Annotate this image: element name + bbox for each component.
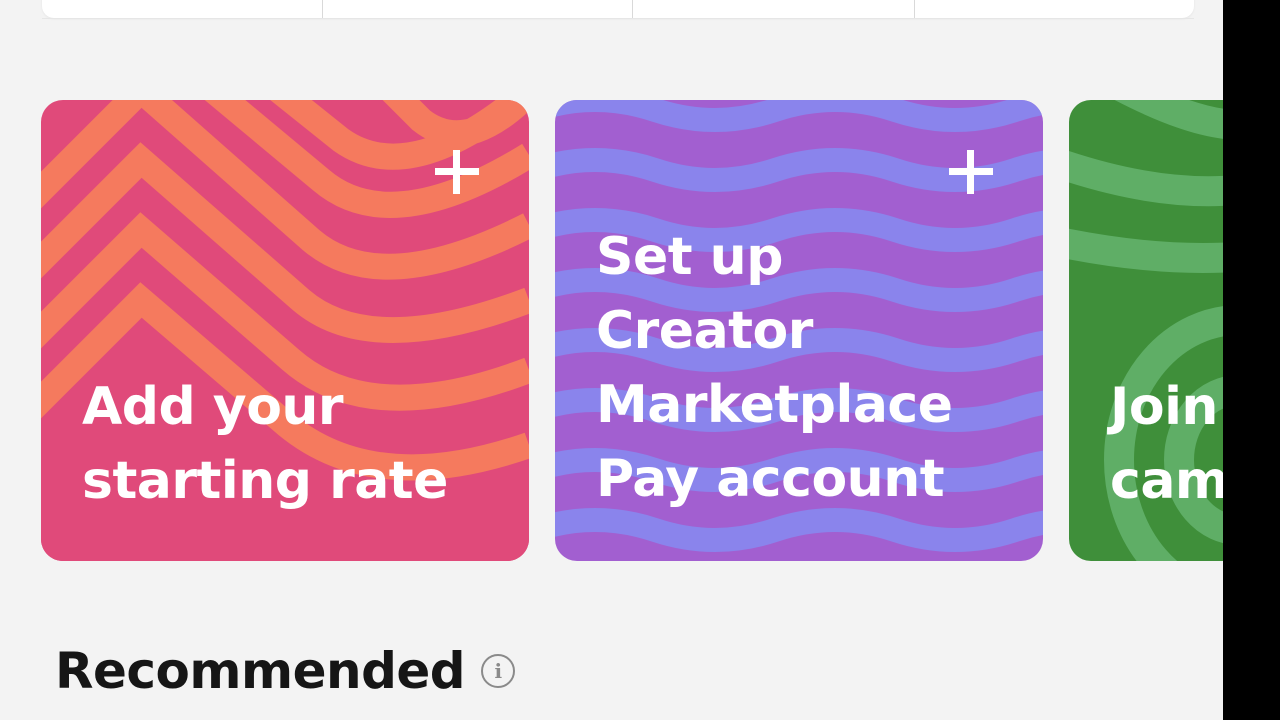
card-title: Set up Creator Marketplace Pay account — [596, 227, 953, 509]
recommended-section-header: Recommended i — [55, 642, 516, 700]
plus-icon[interactable] — [431, 146, 483, 198]
stats-divider — [914, 0, 915, 18]
divider — [42, 18, 1194, 19]
card-title: Join cam — [1110, 377, 1223, 511]
add-starting-rate-card[interactable]: Add your starting rate — [41, 100, 529, 561]
stats-divider — [322, 0, 323, 18]
join-campaign-card[interactable]: Join cam — [1069, 100, 1223, 561]
plus-icon[interactable] — [945, 146, 997, 198]
info-icon[interactable]: i — [481, 654, 516, 688]
stats-strip — [42, 0, 1194, 18]
set-up-marketplace-pay-card[interactable]: Set up Creator Marketplace Pay account — [555, 100, 1043, 561]
stats-divider — [632, 0, 633, 18]
screen: Add your starting rate Set up Creator Ma… — [0, 0, 1223, 720]
card-title: Add your starting rate — [82, 377, 448, 511]
screen-edge — [1223, 0, 1280, 720]
section-title: Recommended — [55, 642, 466, 700]
